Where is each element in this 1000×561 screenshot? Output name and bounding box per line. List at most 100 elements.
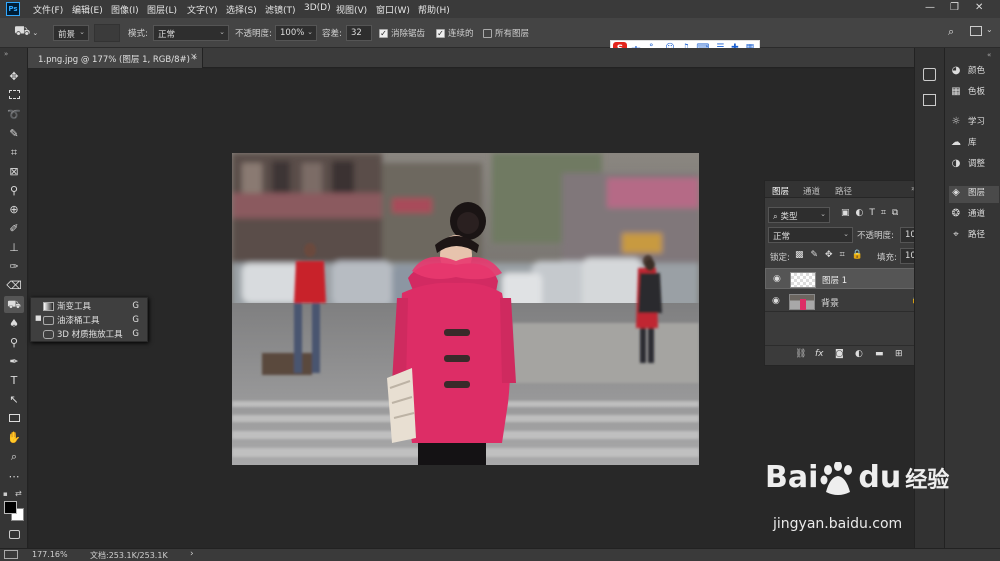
lock-icons[interactable]: ▩✎✥⌗🔒 [795, 250, 870, 260]
menu-item-8[interactable]: 视图(V) [336, 3, 367, 16]
close-button[interactable]: ✕ [975, 2, 983, 13]
document-tab[interactable]: 1.png.jpg @ 177% (图层 1, RGB/8#) * × [28, 48, 203, 68]
panel-swatches[interactable]: ▦ 色板 [949, 85, 999, 102]
blend-mode-select[interactable]: 正常 ⌄ [768, 227, 853, 243]
quick-mask-icon[interactable] [9, 530, 20, 539]
tolerance-input[interactable]: 32 [346, 25, 372, 41]
type-tool-icon[interactable]: T [4, 372, 24, 389]
swap-colors-icon[interactable]: ⇄ [15, 489, 22, 498]
document-tab-close-icon[interactable]: × [190, 52, 198, 62]
move-tool-icon[interactable]: ✥ [4, 68, 24, 85]
history-icon[interactable] [923, 68, 936, 81]
gradient-tool-item[interactable]: 渐变工具 G [35, 300, 145, 313]
clone-stamp-tool-icon[interactable]: ⊥ [4, 239, 24, 256]
status-menu-chevron-icon[interactable]: › [190, 549, 194, 559]
menu-bar: Ps 文件(F) 编辑(E) 图像(I) 图层(L) 文字(Y) 选择(S) 滤镜(T) 3D… [0, 0, 1000, 18]
panel-color[interactable]: ◕ 颜色 [949, 64, 999, 81]
foreground-color-swatch[interactable] [4, 501, 17, 514]
visibility-eye-icon[interactable]: ◉ [773, 274, 781, 284]
quick-select-tool-icon[interactable]: ✎ [4, 125, 24, 142]
menu-item-0[interactable]: 文件(F) [33, 3, 63, 16]
paint-bucket-label: 油漆桶工具 [57, 316, 100, 326]
toolbar-collapse-icon[interactable]: » [4, 50, 8, 58]
menu-item-5[interactable]: 选择(S) [226, 3, 257, 16]
brush-tool-icon[interactable]: ✐ [4, 220, 24, 237]
menu-item-9[interactable]: 窗口(W) [376, 3, 410, 16]
mode-select[interactable]: 正常 ⌄ [153, 25, 229, 41]
link-icon[interactable]: ⛓ [795, 349, 806, 359]
grid-icon: ▦ [951, 86, 961, 97]
new-layer-icon[interactable]: ⊞ [895, 349, 903, 359]
all-layers-checkbox[interactable] [483, 29, 492, 38]
tab-channels[interactable]: 通道 [803, 185, 820, 197]
menu-item-4[interactable]: 文字(Y) [187, 3, 218, 16]
search-icon[interactable]: ⌕ [948, 25, 954, 39]
zoom-tool-icon[interactable]: ⌕ [4, 448, 24, 465]
antialias-checkbox[interactable]: ✓ [379, 29, 388, 38]
zoom-level[interactable]: 177.16% [32, 550, 68, 559]
contiguous-checkbox[interactable]: ✓ [436, 29, 445, 38]
panel-learn[interactable]: ☼ 学习 [949, 115, 999, 132]
rectangle-tool-icon[interactable] [4, 410, 24, 427]
adjust-icon: ◑ [951, 158, 961, 169]
fill-source-select[interactable]: 前景 ⌄ [53, 25, 89, 41]
menu-item-7[interactable]: 3D(D) [304, 3, 331, 13]
eraser-tool-icon[interactable]: ⌫ [4, 277, 24, 294]
hand-tool-icon[interactable]: ✋ [4, 429, 24, 446]
panel-column-collapse-icon[interactable]: « [987, 51, 991, 59]
paint-bucket-tool-icon[interactable]: ⛟ [4, 296, 24, 313]
paths-icon: ⌖ [953, 229, 959, 240]
menu-item-3[interactable]: 图层(L) [147, 3, 177, 16]
layer1-name[interactable]: 图层 1 [822, 274, 847, 286]
workspace-icon[interactable] [970, 26, 982, 36]
history-brush-tool-icon[interactable]: ✑ [4, 258, 24, 275]
crop-tool-icon[interactable]: ⌗ [4, 144, 24, 161]
healing-brush-tool-icon[interactable]: ⊕ [4, 201, 24, 218]
lasso-tool-icon[interactable]: ➰ [4, 106, 24, 123]
menu-item-6[interactable]: 滤镜(T) [265, 3, 296, 16]
menu-item-10[interactable]: 帮助(H) [418, 3, 450, 16]
paint-bucket-item[interactable]: ■ 油漆桶工具 G [35, 314, 145, 327]
paint-bucket-preset-icon[interactable]: ⛟ ⌄ [14, 24, 38, 41]
panel-channels[interactable]: ❂ 通道 [949, 207, 999, 224]
bulb-icon: ☼ [951, 116, 961, 127]
workspace-chevron-icon[interactable]: ⌄ [986, 25, 993, 34]
adjustment-icon[interactable]: ◐ [855, 349, 863, 359]
group-folder-icon[interactable]: ▬ [875, 349, 884, 359]
restore-button[interactable]: ❐ [950, 2, 959, 13]
menu-item-1[interactable]: 编辑(E) [72, 3, 103, 16]
pen-tool-icon[interactable]: ✒ [4, 353, 24, 370]
visibility-eye-icon[interactable]: ◉ [772, 296, 780, 306]
marquee-tool-icon[interactable] [4, 87, 24, 104]
minimize-button[interactable]: — [925, 2, 935, 13]
dodge-tool-icon[interactable]: ⚲ [4, 334, 24, 351]
paint-bucket-shortcut: G [132, 315, 139, 325]
opacity-input[interactable]: 100% ⌄ [275, 25, 317, 41]
tab-layers[interactable]: 图层 [772, 185, 789, 197]
fx-icon[interactable]: fx [815, 349, 824, 359]
status-screen-icon[interactable] [4, 550, 18, 559]
blur-tool-icon[interactable]: ♠ [4, 315, 24, 332]
panel-adjustments[interactable]: ◑ 调整 [949, 157, 999, 174]
document-tab-bar: 1.png.jpg @ 177% (图层 1, RGB/8#) * × [28, 48, 914, 68]
material-drop-item[interactable]: 3D 材质拖放工具 G [35, 328, 145, 341]
panel-paths[interactable]: ⌖ 路径 [949, 228, 999, 245]
panel-library[interactable]: ☁ 库 [949, 136, 999, 153]
path-select-tool-icon[interactable]: ↖ [4, 391, 24, 408]
default-colors-icon[interactable]: ▪ [3, 490, 8, 498]
more-tools-icon[interactable]: ⋯ [4, 468, 24, 485]
frame-tool-icon[interactable]: ⊠ [4, 163, 24, 180]
eyedropper-tool-icon[interactable]: ⚲ [4, 182, 24, 199]
photoshop-logo-icon[interactable]: Ps [6, 2, 20, 16]
mask-icon[interactable]: ◙ [835, 349, 844, 359]
background-name[interactable]: 背景 [821, 296, 839, 309]
panel-layers[interactable]: ◈ 图层 [949, 186, 999, 203]
properties-icon[interactable] [923, 94, 936, 106]
layer1-thumbnail [790, 272, 816, 288]
menu-item-2[interactable]: 图像(I) [111, 3, 139, 16]
filter-icons[interactable]: ▣◐T⌗⧉ [841, 208, 904, 218]
document-image[interactable] [232, 153, 699, 465]
tab-paths[interactable]: 路径 [835, 185, 852, 197]
layer-filter-select[interactable]: ⌕ 类型 ⌄ [768, 207, 830, 223]
pattern-picker[interactable] [94, 24, 120, 42]
